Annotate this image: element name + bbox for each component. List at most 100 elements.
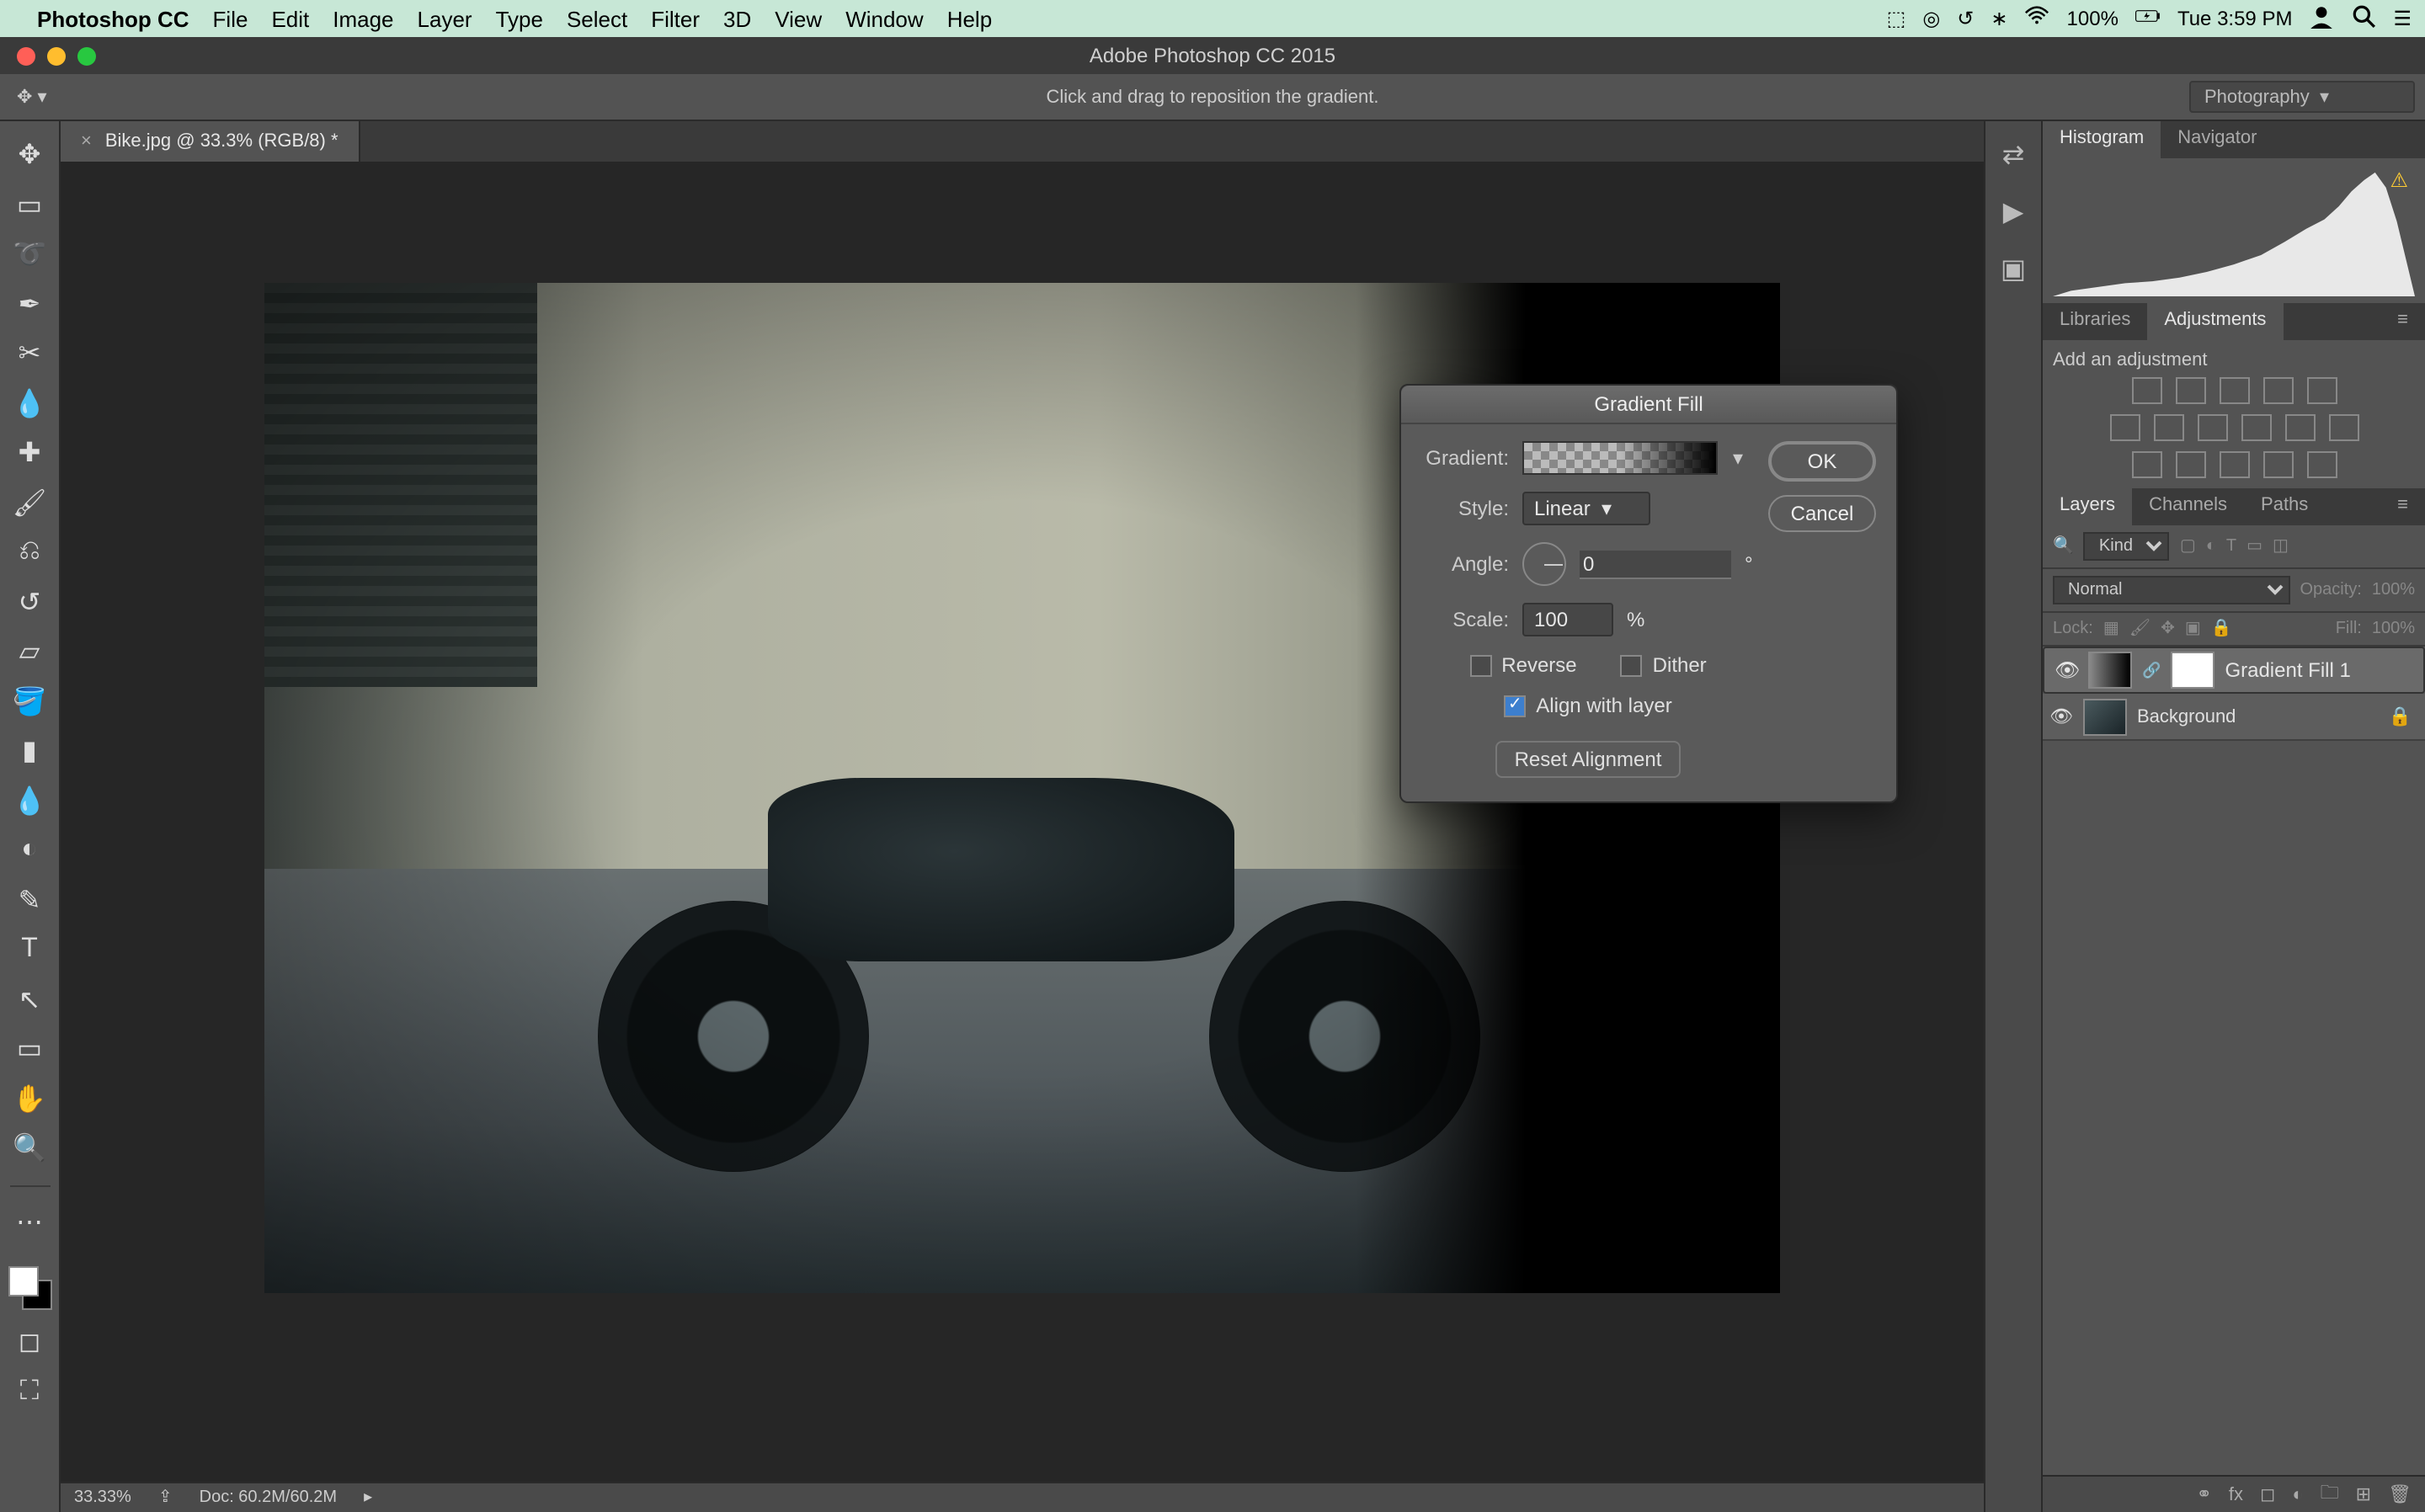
wifi-icon[interactable] [2025, 3, 2050, 34]
menu-layer[interactable]: Layer [418, 6, 472, 31]
adj-exposure-icon[interactable] [2262, 377, 2293, 404]
layer-row[interactable]: 👁 Background 🔒 [2043, 694, 2425, 741]
lock-pixels-icon[interactable]: 🖌 [2129, 620, 2151, 638]
filter-type-icon[interactable]: T [2226, 537, 2236, 556]
adj-selective-icon[interactable] [2306, 451, 2337, 478]
style-select[interactable]: Linear ▾ [1522, 492, 1650, 525]
filter-pixel-icon[interactable]: ▢ [2180, 537, 2196, 556]
tab-histogram[interactable]: Histogram [2043, 121, 2161, 158]
dodge-tool-icon[interactable]: ◐ [11, 833, 48, 867]
panel-menu-icon[interactable]: ≡ [2380, 303, 2425, 340]
move-tool-icon[interactable]: ✥ [11, 138, 48, 172]
shape-tool-icon[interactable]: ▭ [11, 1032, 48, 1066]
filter-adj-icon[interactable]: ◐ [2206, 537, 2216, 556]
angle-dial[interactable] [1522, 542, 1566, 586]
panel-menu-icon[interactable]: ≡ [2380, 488, 2425, 525]
lock-trans-icon[interactable]: ▦ [2103, 620, 2119, 638]
tab-navigator[interactable]: Navigator [2161, 121, 2273, 158]
menu-type[interactable]: Type [496, 6, 543, 31]
filter-shape-icon[interactable]: ▭ [2246, 537, 2262, 556]
visibility-icon[interactable]: 👁 [2055, 658, 2078, 682]
mask-icon[interactable]: ◻ [2260, 1483, 2275, 1505]
adj-balance-icon[interactable] [2153, 414, 2183, 441]
window-zoom-button[interactable] [77, 46, 96, 65]
zoom-level[interactable]: 33.33% [74, 1488, 131, 1507]
tab-channels[interactable]: Channels [2132, 488, 2244, 525]
pen-tool-icon[interactable]: ✎ [11, 883, 48, 917]
type-tool-icon[interactable]: T [11, 933, 48, 966]
edit-toolbar-icon[interactable]: ⋯ [11, 1206, 48, 1239]
quick-select-tool-icon[interactable]: ✒ [11, 287, 48, 321]
zoom-tool-icon[interactable]: 🔍 [11, 1131, 48, 1165]
screenmode-icon[interactable]: ⛶ [11, 1375, 48, 1408]
move-tool-icon[interactable]: ✥ ▾ [17, 86, 47, 108]
adj-photofilter-icon[interactable] [2241, 414, 2271, 441]
menu-edit[interactable]: Edit [271, 6, 309, 31]
window-close-button[interactable] [17, 46, 35, 65]
layer-filter-kind[interactable]: Kind [2084, 532, 2170, 561]
docsize-label[interactable]: Doc: 60.2M/60.2M [200, 1488, 337, 1507]
lock-artboard-icon[interactable]: ▣ [2185, 620, 2201, 638]
menu-filter[interactable]: Filter [651, 6, 700, 31]
adj-brightness-icon[interactable] [2131, 377, 2161, 404]
opacity-value[interactable]: 100% [2372, 581, 2415, 599]
menu-select[interactable]: Select [567, 6, 627, 31]
mask-thumb[interactable] [2171, 652, 2214, 689]
collapsed-panel-icon[interactable]: ▶ [2003, 195, 2024, 229]
cc-icon[interactable]: ◎ [1922, 7, 1940, 30]
adj-vibrance-icon[interactable] [2306, 377, 2337, 404]
blur-tool-icon[interactable]: 💧 [11, 784, 48, 817]
trash-icon[interactable]: 🗑 [2388, 1483, 2412, 1505]
battery-icon[interactable] [2135, 3, 2161, 34]
cancel-button[interactable]: Cancel [1768, 495, 1876, 532]
color-swatches[interactable] [8, 1265, 51, 1309]
close-tab-icon[interactable]: × [81, 131, 92, 152]
link-layers-icon[interactable]: ⚭ [2196, 1483, 2211, 1505]
menu-3d[interactable]: 3D [723, 6, 751, 31]
stamp-tool-icon[interactable]: ⎌ [11, 535, 48, 569]
layer-name[interactable]: Background [2137, 706, 2236, 727]
layer-thumb[interactable] [2083, 698, 2127, 735]
visibility-icon[interactable]: 👁 [2049, 705, 2073, 727]
foreground-color-swatch[interactable] [8, 1265, 38, 1296]
adj-invert-icon[interactable] [2131, 451, 2161, 478]
menu-window[interactable]: Window [845, 6, 924, 31]
scale-select[interactable]: 100 [1522, 603, 1613, 636]
lock-pos-icon[interactable]: ✥ [2161, 620, 2175, 638]
bluetooth-icon[interactable]: ∗ [1991, 7, 2007, 30]
marquee-tool-icon[interactable]: ▭ [11, 188, 48, 221]
paint-bucket-tool-icon[interactable]: 🪣 [11, 684, 48, 718]
menu-view[interactable]: View [775, 6, 822, 31]
warning-icon[interactable]: ⚠ [2390, 168, 2408, 192]
dither-checkbox[interactable] [1621, 654, 1643, 676]
adj-posterize-icon[interactable] [2175, 451, 2205, 478]
spotlight-icon[interactable] [2351, 3, 2376, 34]
fx-icon[interactable]: fx [2229, 1484, 2243, 1504]
group-icon[interactable]: 🗀 [2321, 1478, 2339, 1510]
export-icon[interactable]: ⇪ [158, 1488, 173, 1507]
blend-mode-select[interactable]: Normal [2053, 576, 2289, 604]
adj-mixer-icon[interactable] [2284, 414, 2315, 441]
adj-threshold-icon[interactable] [2219, 451, 2249, 478]
dropbox-icon[interactable]: ⬚ [1887, 7, 1906, 30]
menu-help[interactable]: Help [947, 6, 993, 31]
collapsed-panel-icon[interactable]: ▣ [2001, 253, 2026, 286]
quickmask-icon[interactable]: ◻ [11, 1325, 48, 1359]
adj-levels-icon[interactable] [2175, 377, 2205, 404]
menu-file[interactable]: File [213, 6, 248, 31]
fill-value[interactable]: 100% [2372, 620, 2415, 638]
healing-tool-icon[interactable]: ✚ [11, 436, 48, 470]
user-icon[interactable] [2309, 3, 2334, 34]
notification-icon[interactable]: ☰ [2393, 7, 2412, 30]
workspace-switcher[interactable]: Photography ▾ [2189, 81, 2415, 113]
layer-name[interactable]: Gradient Fill 1 [2225, 658, 2350, 682]
adj-curves-icon[interactable] [2219, 377, 2249, 404]
timemachine-icon[interactable]: ↺ [1957, 7, 1974, 30]
adj-lookup-icon[interactable] [2328, 414, 2358, 441]
lasso-tool-icon[interactable]: ➰ [11, 237, 48, 271]
collapsed-panel-icon[interactable]: ⇄ [2002, 138, 2025, 172]
new-layer-icon[interactable]: ⊞ [2356, 1483, 2371, 1505]
angle-input[interactable] [1580, 550, 1731, 578]
hand-tool-icon[interactable]: ✋ [11, 1082, 48, 1115]
crop-tool-icon[interactable]: ✂ [11, 337, 48, 370]
